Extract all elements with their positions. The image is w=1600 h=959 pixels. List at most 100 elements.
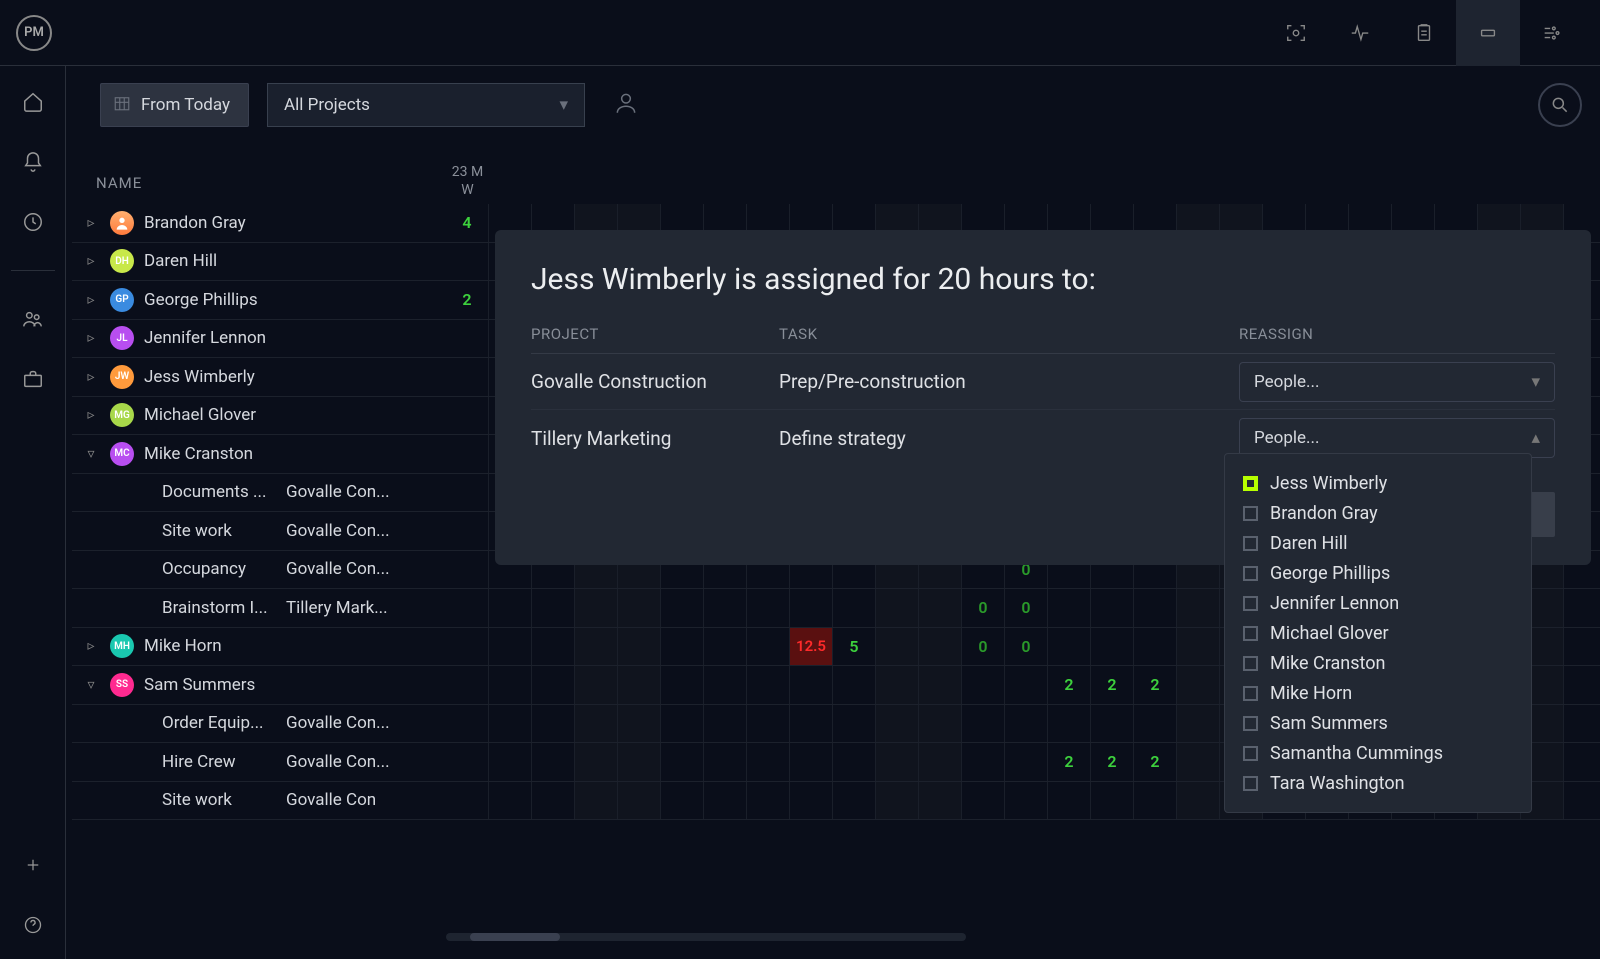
grid-cell[interactable] — [833, 705, 876, 743]
grid-cell[interactable] — [704, 705, 747, 743]
grid-cell[interactable] — [446, 782, 489, 820]
dropdown-option[interactable]: Samantha Cummings — [1243, 738, 1513, 768]
grid-cell[interactable] — [661, 589, 704, 627]
dropdown-option[interactable]: Mike Horn — [1243, 678, 1513, 708]
scan-icon[interactable] — [1264, 0, 1328, 66]
stack-icon[interactable] — [1456, 0, 1520, 66]
task-row[interactable]: Brainstorm I...Tillery Mark... — [72, 589, 446, 628]
grid-cell[interactable] — [661, 782, 704, 820]
grid-cell[interactable] — [1091, 628, 1134, 666]
checkbox-icon[interactable] — [1243, 596, 1258, 611]
grid-cell[interactable] — [661, 705, 704, 743]
grid-cell[interactable] — [618, 628, 661, 666]
grid-cell[interactable] — [747, 705, 790, 743]
grid-cell[interactable] — [1005, 705, 1048, 743]
dropdown-option[interactable]: Michael Glover — [1243, 618, 1513, 648]
checkbox-icon[interactable] — [1243, 656, 1258, 671]
grid-cell[interactable] — [790, 705, 833, 743]
grid-cell[interactable] — [833, 782, 876, 820]
reassign-select-open[interactable]: People... ▴ — [1239, 418, 1555, 458]
grid-cell[interactable] — [446, 358, 489, 396]
grid-cell[interactable] — [919, 782, 962, 820]
grid-cell[interactable] — [1091, 705, 1134, 743]
grid-cell[interactable] — [446, 551, 489, 589]
chevron-right-icon[interactable]: ▹ — [82, 253, 100, 269]
clock-icon[interactable] — [21, 210, 45, 234]
grid-cell[interactable] — [876, 589, 919, 627]
person-row[interactable]: ▹MHMike Horn — [72, 628, 446, 667]
grid-cell[interactable] — [962, 705, 1005, 743]
chevron-down-icon[interactable]: ▿ — [82, 446, 100, 462]
grid-cell[interactable] — [446, 320, 489, 358]
grid-cell[interactable] — [489, 705, 532, 743]
grid-cell[interactable] — [446, 743, 489, 781]
task-row[interactable]: Site workGovalle Con — [72, 782, 446, 821]
chevron-right-icon[interactable]: ▹ — [82, 292, 100, 308]
grid-cell[interactable] — [575, 705, 618, 743]
checkbox-icon[interactable] — [1243, 746, 1258, 761]
grid-cell[interactable] — [489, 782, 532, 820]
grid-cell[interactable]: 2 — [1134, 743, 1177, 781]
grid-cell[interactable]: 2 — [1048, 743, 1091, 781]
grid-cell[interactable] — [446, 589, 489, 627]
person-row[interactable]: ▹JWJess Wimberly — [72, 358, 446, 397]
grid-cell[interactable] — [919, 589, 962, 627]
grid-cell[interactable] — [661, 743, 704, 781]
timeline-icon[interactable] — [1520, 0, 1584, 66]
grid-cell[interactable] — [919, 705, 962, 743]
grid-cell[interactable] — [876, 628, 919, 666]
reassign-select[interactable]: People... ▾ — [1239, 362, 1555, 402]
grid-cell[interactable] — [833, 743, 876, 781]
person-row[interactable]: ▹Brandon Gray — [72, 204, 446, 243]
grid-cell[interactable]: 2 — [1048, 666, 1091, 704]
grid-cell[interactable] — [618, 705, 661, 743]
grid-cell[interactable] — [962, 782, 1005, 820]
grid-cell[interactable] — [446, 628, 489, 666]
activity-icon[interactable] — [1328, 0, 1392, 66]
grid-cell[interactable]: 5 — [833, 628, 876, 666]
grid-cell[interactable] — [446, 705, 489, 743]
dropdown-option[interactable]: George Phillips — [1243, 558, 1513, 588]
grid-cell[interactable] — [833, 666, 876, 704]
grid-cell[interactable] — [1048, 589, 1091, 627]
grid-cell[interactable] — [489, 743, 532, 781]
task-row[interactable]: Site workGovalle Con... — [72, 512, 446, 551]
briefcase-icon[interactable] — [21, 367, 45, 391]
home-icon[interactable] — [21, 90, 45, 114]
grid-cell[interactable] — [489, 628, 532, 666]
person-row[interactable]: ▿MCMike Cranston — [72, 435, 446, 474]
grid-cell[interactable] — [446, 435, 489, 473]
grid-cell[interactable] — [1134, 628, 1177, 666]
scrollbar-thumb[interactable] — [470, 933, 560, 941]
dropdown-option[interactable]: Brandon Gray — [1243, 498, 1513, 528]
dropdown-option[interactable]: Sam Summers — [1243, 708, 1513, 738]
person-row[interactable]: ▹MGMichael Glover — [72, 397, 446, 436]
grid-cell[interactable]: 0 — [962, 589, 1005, 627]
grid-cell[interactable] — [446, 397, 489, 435]
grid-cell[interactable] — [618, 589, 661, 627]
grid-cell[interactable] — [446, 666, 489, 704]
dropdown-option[interactable]: Tara Washington — [1243, 768, 1513, 798]
chevron-right-icon[interactable]: ▹ — [82, 638, 100, 654]
grid-cell[interactable]: 0 — [1005, 589, 1048, 627]
grid-cell[interactable] — [747, 628, 790, 666]
grid-cell[interactable]: 12.5 — [790, 628, 833, 666]
grid-cell[interactable] — [747, 743, 790, 781]
grid-cell[interactable]: 4 — [446, 204, 489, 242]
grid-cell[interactable] — [661, 666, 704, 704]
grid-cell[interactable] — [446, 243, 489, 281]
grid-cell[interactable] — [1177, 628, 1220, 666]
grid-cell[interactable] — [876, 705, 919, 743]
grid-cell[interactable] — [575, 782, 618, 820]
grid-cell[interactable] — [1134, 705, 1177, 743]
search-button[interactable] — [1538, 83, 1582, 127]
grid-cell[interactable] — [618, 743, 661, 781]
checkbox-icon[interactable] — [1243, 476, 1258, 491]
checkbox-icon[interactable] — [1243, 536, 1258, 551]
checkbox-icon[interactable] — [1243, 506, 1258, 521]
plus-icon[interactable] — [21, 853, 45, 877]
grid-cell[interactable] — [1048, 782, 1091, 820]
grid-cell[interactable] — [1177, 705, 1220, 743]
grid-cell[interactable] — [833, 589, 876, 627]
grid-cell[interactable] — [1091, 589, 1134, 627]
